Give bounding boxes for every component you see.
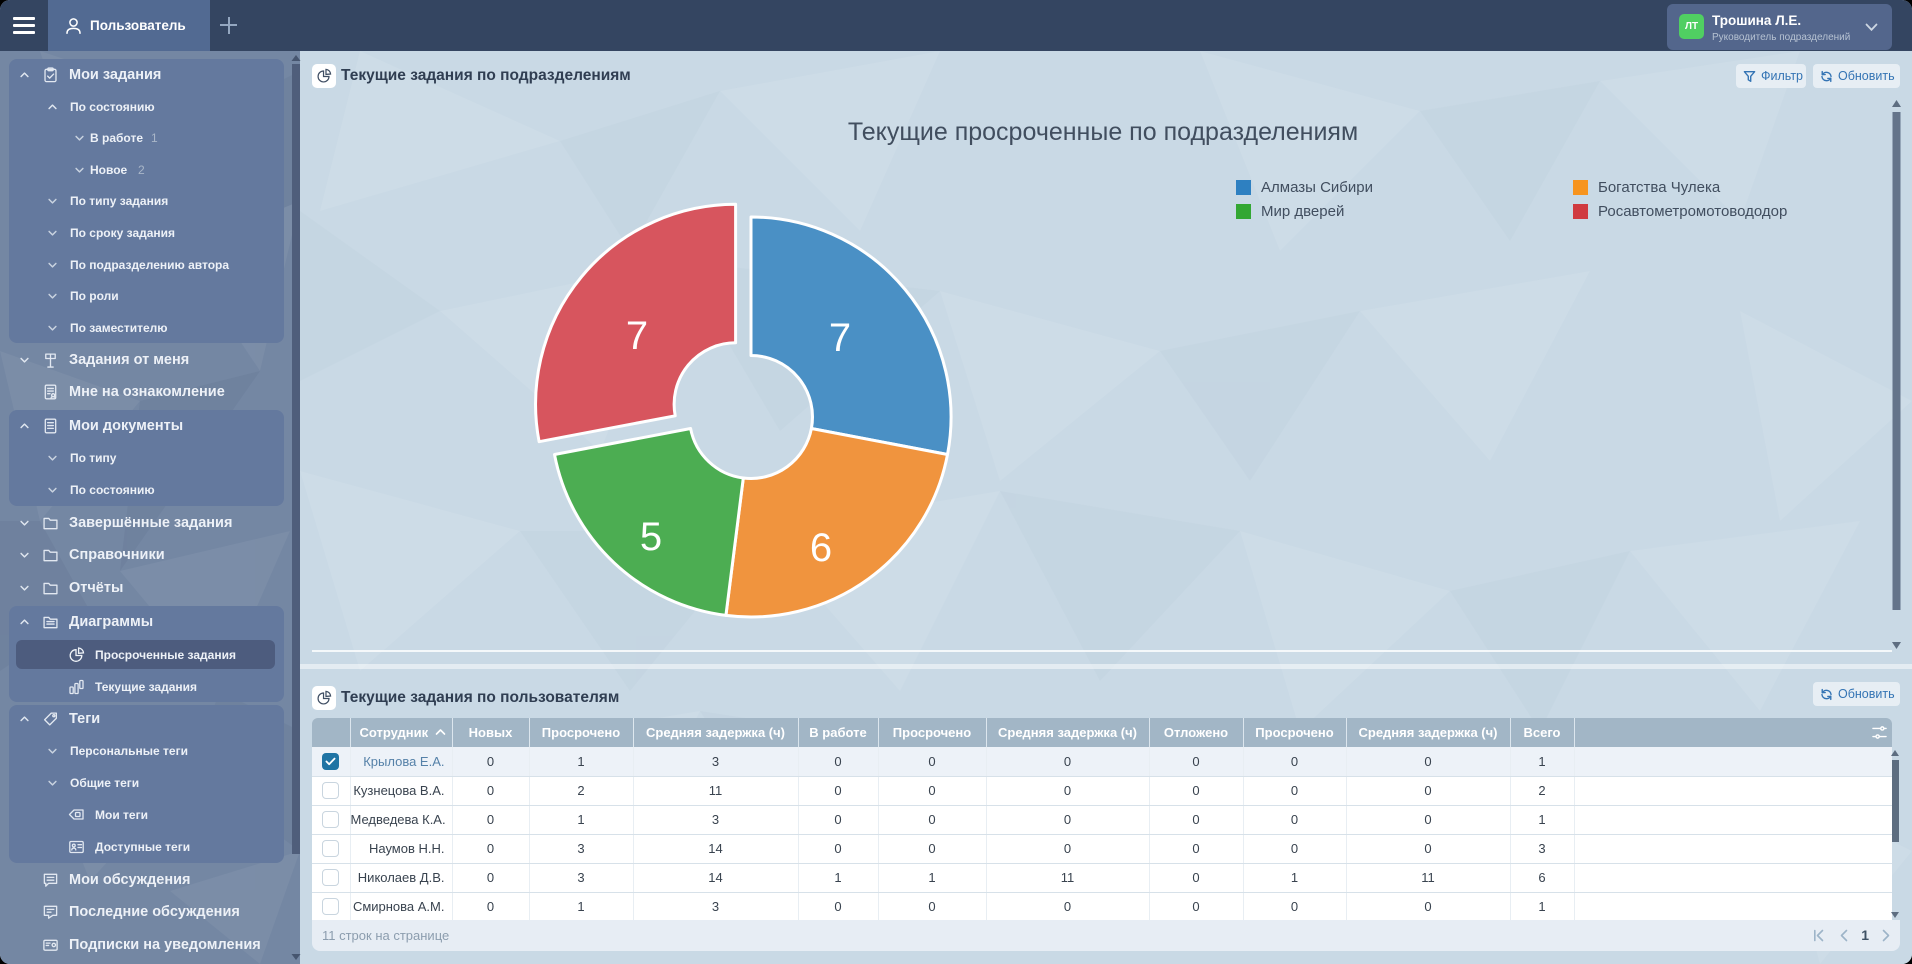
svg-text:6: 6 bbox=[810, 526, 832, 570]
svg-text:5: 5 bbox=[640, 515, 662, 559]
svg-text:7: 7 bbox=[829, 316, 851, 360]
svg-text:7: 7 bbox=[626, 314, 648, 358]
